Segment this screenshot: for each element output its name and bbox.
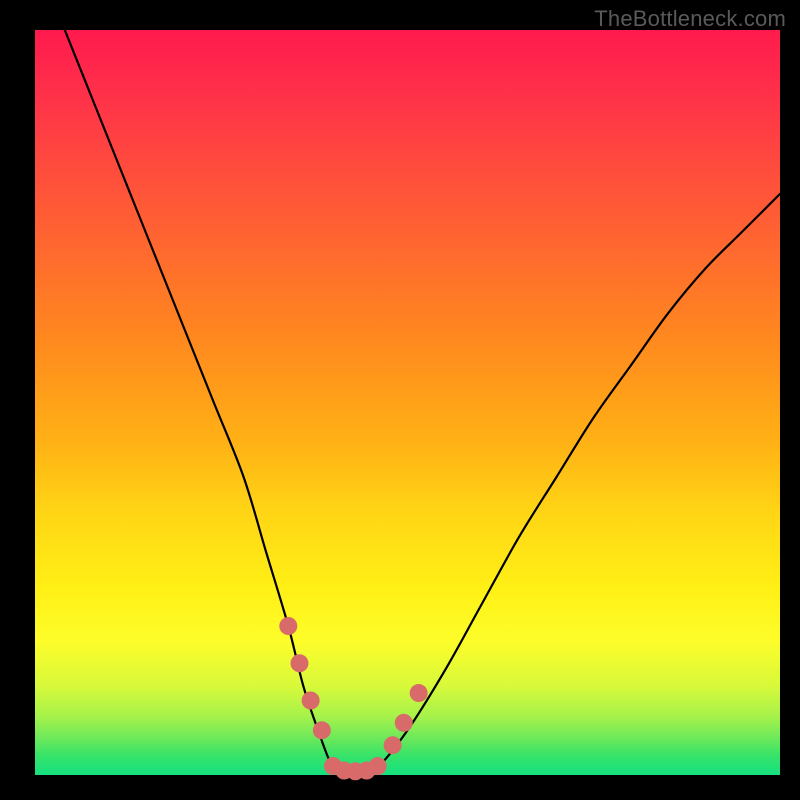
highlight-dot bbox=[279, 617, 297, 635]
bottleneck-curve bbox=[65, 30, 780, 776]
highlight-dot bbox=[384, 736, 402, 754]
bottleneck-curve-svg bbox=[35, 30, 780, 775]
highlight-dot bbox=[290, 654, 308, 672]
highlight-dot bbox=[369, 757, 387, 775]
plot-area bbox=[35, 30, 780, 775]
chart-frame: TheBottleneck.com bbox=[0, 0, 800, 800]
curve-group bbox=[65, 30, 780, 776]
highlight-dot bbox=[302, 692, 320, 710]
highlight-dots bbox=[279, 617, 427, 780]
highlight-dot bbox=[410, 684, 428, 702]
watermark-text: TheBottleneck.com bbox=[594, 6, 786, 32]
highlight-dot bbox=[395, 714, 413, 732]
highlight-dot bbox=[313, 721, 331, 739]
